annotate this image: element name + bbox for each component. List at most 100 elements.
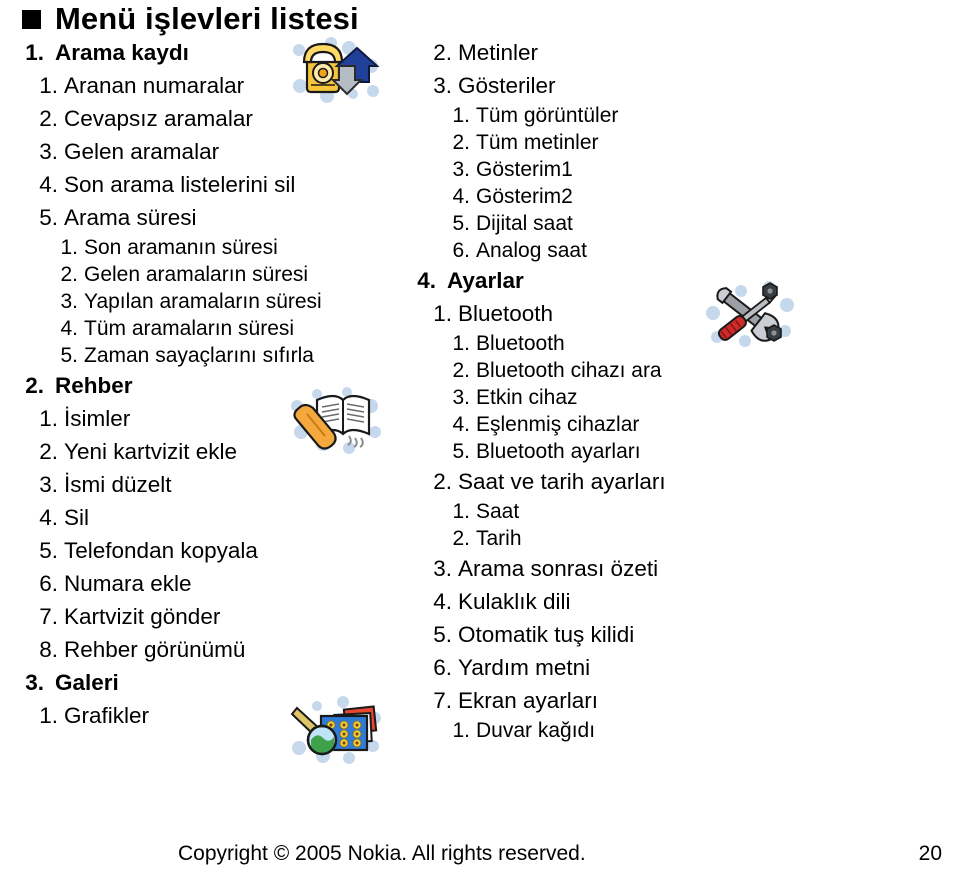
left_column-item: 3. Galeri [14,666,404,699]
list-item-number: 4. [60,317,78,340]
list-item-number: 5. [60,344,78,367]
list-item-number: 1. [39,703,58,728]
right_column-item: 1. Duvar kağıdı [410,717,810,744]
left_column-item: 5. Zaman sayaçlarını sıfırla [14,342,404,369]
list-item-number: 3. [433,556,452,581]
right_column-item: 3. Etkin cihaz [410,384,810,411]
right_column-item: 5. Dijital saat [410,210,810,237]
list-item-label: Gelen aramaların süresi [84,263,309,286]
list-item-label: Arama sonrası özeti [458,556,659,581]
list-item-number: 2. [39,439,58,464]
list-item-number: 5. [452,212,470,235]
page-title-text: Menü işlevleri listesi [55,1,359,36]
right_column-item: 5. Bluetooth ayarları [410,438,810,465]
list-item-label: Kartvizit gönder [64,604,221,629]
list-item-label: Gelen aramalar [64,139,220,164]
list-item-label: Etkin cihaz [476,386,578,409]
square-bullet-icon [22,9,41,29]
list-item-label: Yardım metni [458,655,591,680]
left_column-item: 3. Gelen aramalar [14,135,404,168]
list-item-label: Eşlenmiş cihazlar [476,413,640,436]
settings-icon [701,281,797,349]
list-item-label: Rehber görünümü [64,637,246,662]
right_column-item: 3. Arama sonrası özeti [410,552,810,585]
left_column-item: 3. Yapılan aramaların süresi [14,288,404,315]
page-number: 20 [918,842,942,865]
left_column-item: 4. Sil [14,501,404,534]
list-item-label: Galeri [55,670,119,695]
list-item-number: 3. [39,139,58,164]
left_column-item: 2. Gelen aramaların süresi [14,261,404,288]
list-item-number: 1. [25,40,44,65]
list-item-label: Dijital saat [476,212,573,235]
list-item-number: 2. [39,106,58,131]
list-item-number: 1. [452,719,470,742]
left_column-item: 4. Tüm aramaların süresi [14,315,404,342]
list-item-number: 5. [39,205,58,230]
list-item-number: 3. [433,73,452,98]
list-item-label: İsimler [64,406,131,431]
list-item-label: Zaman sayaçlarını sıfırla [84,344,314,367]
list-item-number: 1. [433,301,452,326]
page-footer: Copyright © 2005 Nokia. All rights reser… [0,840,960,870]
list-item-number: 3. [25,670,44,695]
list-item-number: 4. [417,268,436,293]
left_column-item: 1. Son aramanın süresi [14,234,404,261]
list-item-number: 4. [39,172,58,197]
list-item-label: Rehber [55,373,133,398]
list-item-label: Gösterim2 [476,185,573,208]
list-item-number: 4. [433,589,452,614]
list-item-label: Tüm aramaların süresi [84,317,295,340]
list-item-number: 3. [452,158,470,181]
list-item-number: 1. [60,236,78,259]
list-item-number: 1. [452,500,470,523]
list-item-number: 5. [39,538,58,563]
left_column-item: 7. Kartvizit gönder [14,600,404,633]
list-item-label: Cevapsız aramalar [64,106,253,131]
list-item-label: Yeni kartvizit ekle [64,439,238,464]
right_column-item: 2. Tüm metinler [410,129,810,156]
call-log-icon [287,36,383,104]
list-item-label: Son arama listelerini sil [64,172,296,197]
list-item-label: Son aramanın süresi [84,236,278,259]
list-item-label: Yapılan aramaların süresi [84,290,322,313]
list-item-number: 5. [433,622,452,647]
left_column-item: 6. Numara ekle [14,567,404,600]
list-item-label: Gösterim1 [476,158,573,181]
right_column-item: 4. Kulaklık dili [410,585,810,618]
left_column-item: 4. Son arama listelerini sil [14,168,404,201]
left_column-item: 5. Arama süresi [14,201,404,234]
right_column-item: 2. Saat ve tarih ayarları [410,465,810,498]
list-item-label: Sil [64,505,90,530]
list-item-number: 2. [452,359,470,382]
right_column-item: 4. Gösterim2 [410,183,810,210]
phonebook-icon [287,386,383,454]
right_column-item: 2. Tarih [410,525,810,552]
right_column-item: 4. Eşlenmiş cihazlar [410,411,810,438]
right_column-item: 2. Bluetooth cihazı ara [410,357,810,384]
list-item-label: Telefondan kopyala [64,538,258,563]
list-item-label: Ayarlar [447,268,524,293]
left_column-item: 3. İsmi düzelt [14,468,404,501]
list-item-number: 1. [39,406,58,431]
list-item-number: 2. [433,40,452,65]
list-item-label: Grafikler [64,703,150,728]
list-item-label: Otomatik tuş kilidi [458,622,635,647]
list-item-label: Arama süresi [64,205,197,230]
list-item-label: Bluetooth [476,332,565,355]
page-title: Menü işlevleri listesi [22,2,359,36]
list-item-number: 4. [452,185,470,208]
list-item-number: 6. [433,655,452,680]
right_column-item: 3. Gösteriler [410,69,810,102]
list-item-number: 1. [452,332,470,355]
list-item-number: 6. [452,239,470,262]
list-item-number: 6. [39,571,58,596]
list-item-label: İsmi düzelt [64,472,172,497]
list-item-label: Bluetooth [458,301,554,326]
list-item-number: 2. [452,527,470,550]
list-item-number: 4. [39,505,58,530]
list-item-number: 3. [452,386,470,409]
list-item-label: Tüm görüntüler [476,104,619,127]
menu-list-left-column: 1. Arama kaydı 1. Aranan numaralar 2. Cevapsı… [14,36,404,732]
list-item-label: Aranan numaralar [64,73,245,98]
